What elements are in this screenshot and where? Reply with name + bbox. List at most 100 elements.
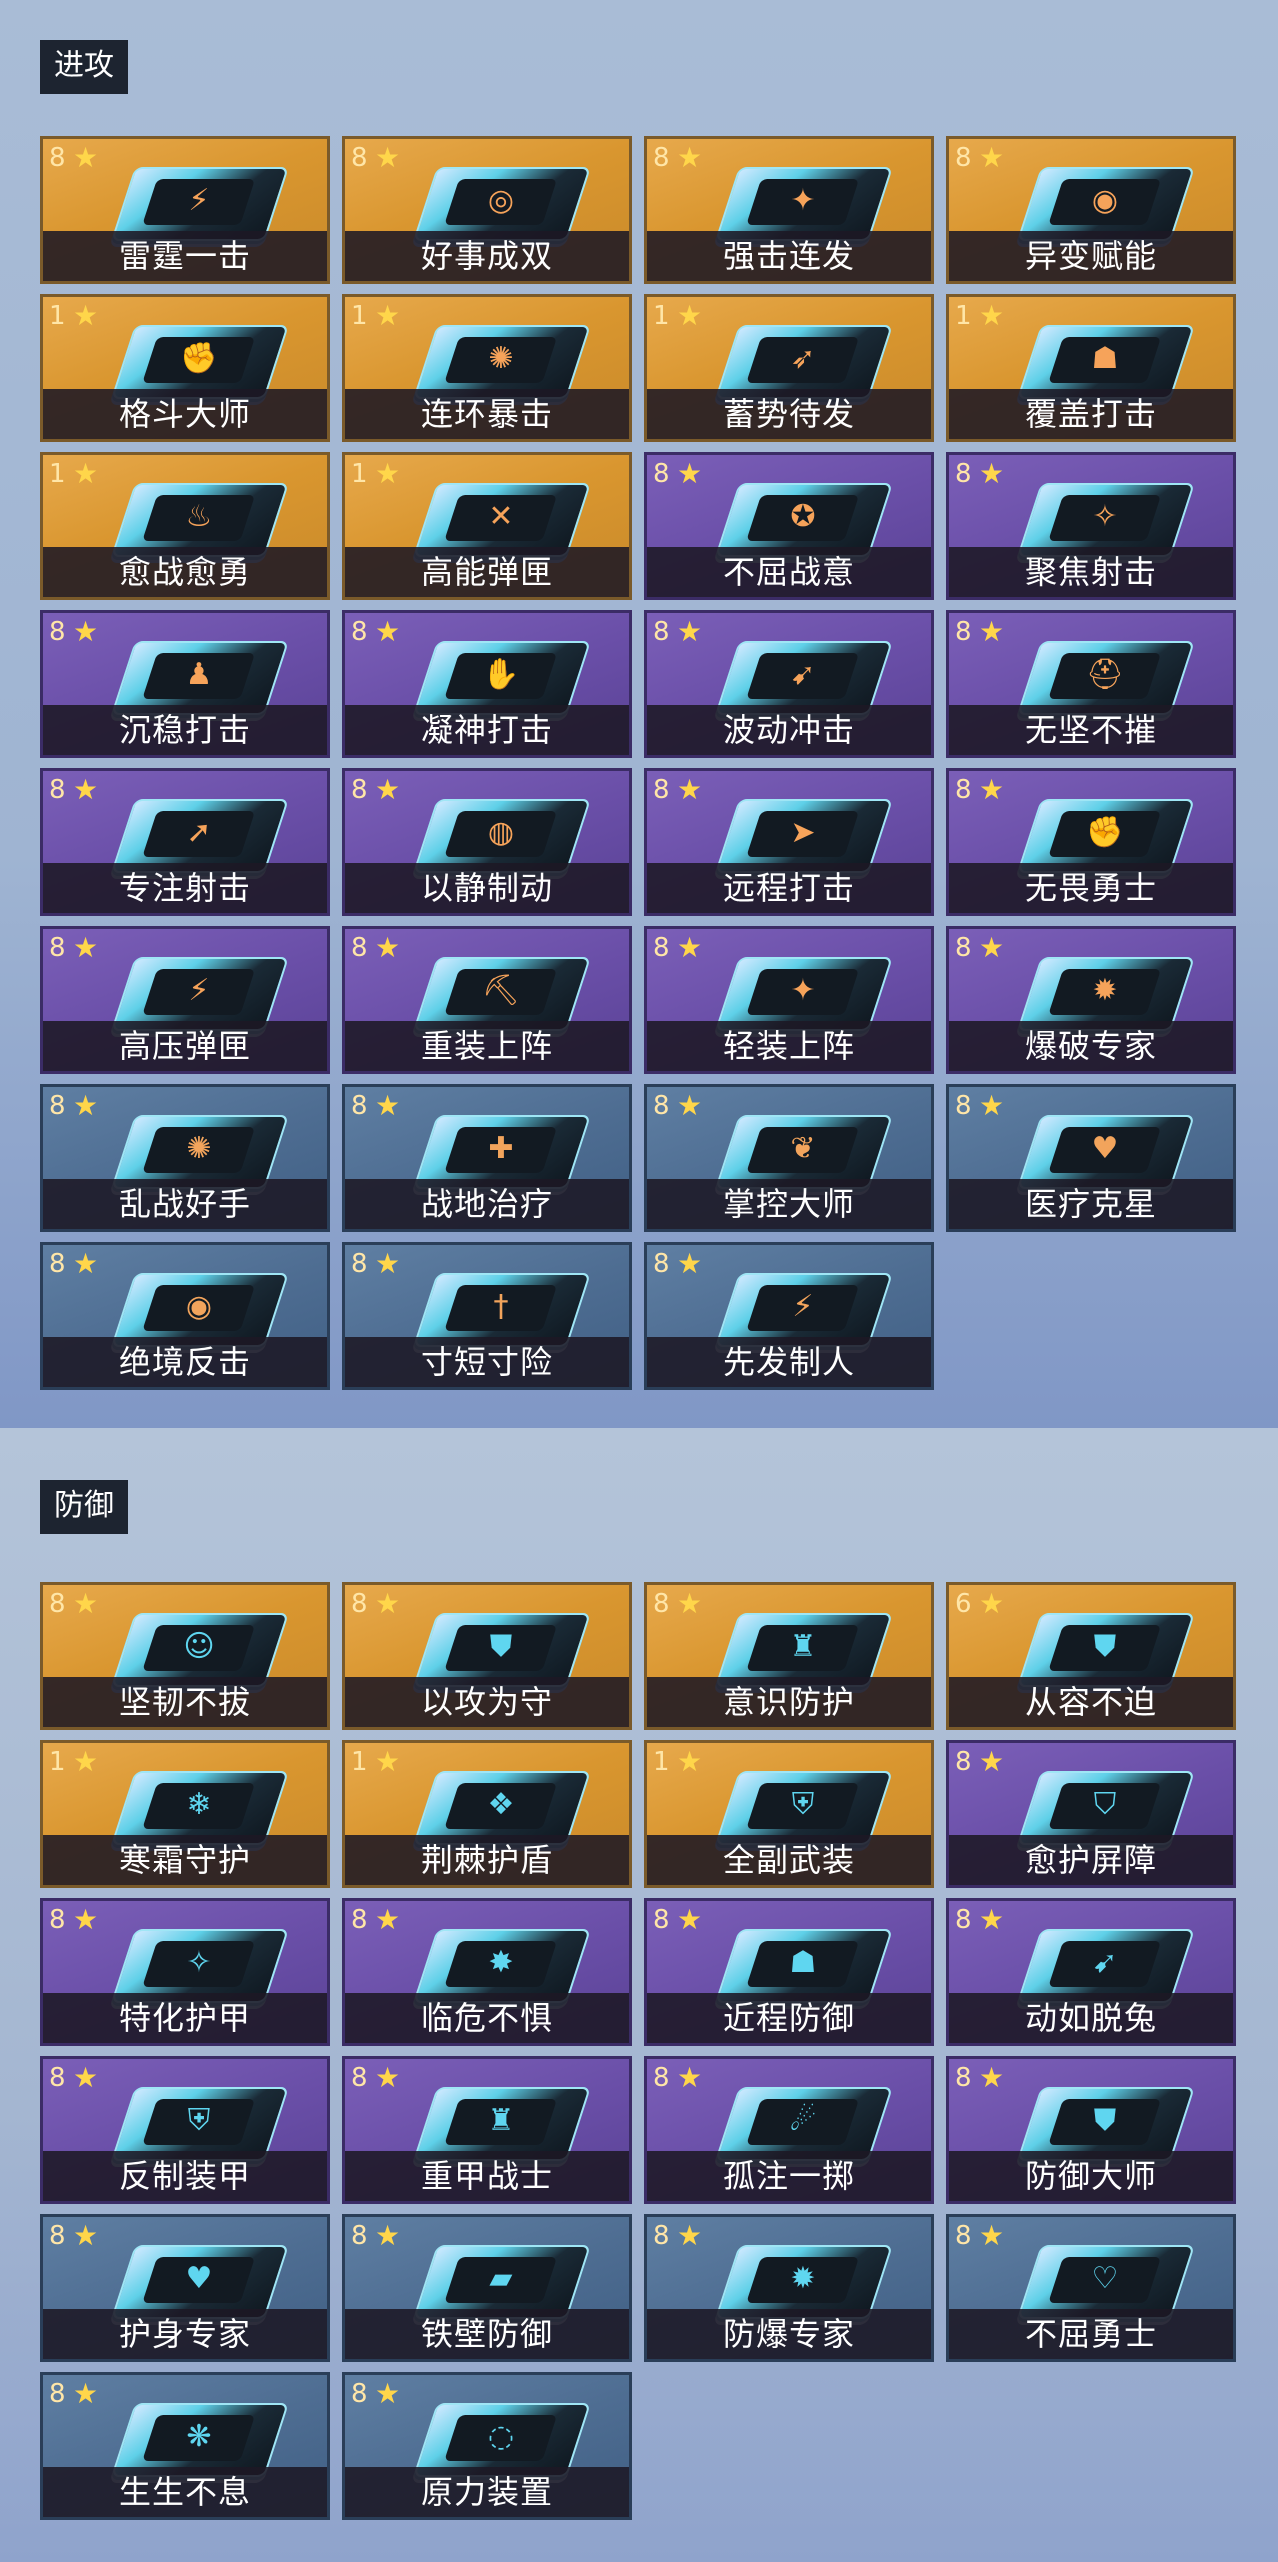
focus-icon: ✧: [1092, 499, 1118, 534]
card-name: 近程防御: [647, 1993, 931, 2043]
skill-card[interactable]: 8 ★ ✋ 凝神打击: [342, 610, 632, 758]
skill-card[interactable]: 8 ★ ⚡ 高压弹匣: [40, 926, 330, 1074]
star-icon: ★: [375, 615, 401, 648]
skill-card[interactable]: 1 ★ ✕ 高能弹匣: [342, 452, 632, 600]
skill-card[interactable]: 8 ★ ⛉ 愈护屏障: [946, 1740, 1236, 1888]
skill-card[interactable]: 6 ★ ⛊ 从容不迫: [946, 1582, 1236, 1730]
card-level: 6: [955, 1589, 972, 1619]
card-level: 8: [653, 1091, 670, 1121]
skill-card[interactable]: 8 ★ ✸ 临危不惧: [342, 1898, 632, 2046]
skill-card[interactable]: 8 ★ ✚ 战地治疗: [342, 1084, 632, 1232]
skill-chip-frame: ⛊: [1016, 2087, 1196, 2161]
skill-chip-frame: ✸: [412, 1929, 592, 2003]
counter-armor-icon: ⛨: [187, 2103, 211, 2138]
skill-card[interactable]: 8 ★ ◉ 绝境反击: [40, 1242, 330, 1390]
skill-card[interactable]: 8 ★ ♜ 意识防护: [644, 1582, 934, 1730]
skill-card[interactable]: 8 ★ ✺ 乱战好手: [40, 1084, 330, 1232]
skill-card[interactable]: 8 ★ ⛨ 反制装甲: [40, 2056, 330, 2204]
chain-icon: ✺: [488, 341, 514, 376]
skill-card[interactable]: 8 ★ ⛑ 无坚不摧: [946, 610, 1236, 758]
skill-card[interactable]: 1 ★ ♨ 愈战愈勇: [40, 452, 330, 600]
star-icon: ★: [979, 615, 1005, 648]
skill-card[interactable]: 8 ★ ➹ 动如脱兔: [946, 1898, 1236, 2046]
card-name: 铁壁防御: [345, 2309, 629, 2359]
skill-chip-frame: ⛊: [1016, 1613, 1196, 1687]
skill-card[interactable]: 8 ★ ♡ 不屈勇士: [946, 2214, 1236, 2362]
skill-card[interactable]: 1 ★ ⛨ 全副武装: [644, 1740, 934, 1888]
skill-card[interactable]: 8 ★ ♜ 重甲战士: [342, 2056, 632, 2204]
card-name: 以攻为守: [345, 1677, 629, 1727]
card-name: 意识防护: [647, 1677, 931, 1727]
skill-card[interactable]: 8 ★ ◍ 以静制动: [342, 768, 632, 916]
skill-card[interactable]: 1 ★ ☗ 覆盖打击: [946, 294, 1236, 442]
skill-card[interactable]: 8 ★ ⛏ 重装上阵: [342, 926, 632, 1074]
skill-card[interactable]: 8 ★ ☄ 孤注一掷: [644, 2056, 934, 2204]
skill-card[interactable]: 1 ★ ➶ 蓄势待发: [644, 294, 934, 442]
skill-chip-frame: ✚: [412, 1115, 592, 1189]
skill-chip-frame: ♡: [1016, 2245, 1196, 2319]
card-name: 绝境反击: [43, 1337, 327, 1387]
card-name: 聚焦射击: [949, 547, 1233, 597]
skill-card[interactable]: 8 ★ ♥ 护身专家: [40, 2214, 330, 2362]
skill-chip-frame: ⛑: [1016, 641, 1196, 715]
skill-card[interactable]: 8 ★ ▰ 铁壁防御: [342, 2214, 632, 2362]
skill-chip-frame: ➹: [1016, 1929, 1196, 2003]
star-icon: ★: [375, 2061, 401, 2094]
skill-chip-frame: ⛨: [110, 2087, 290, 2161]
skill-card[interactable]: 8 ★ ☗ 近程防御: [644, 1898, 934, 2046]
skill-chip-frame: ♟: [110, 641, 290, 715]
heavy-armor-icon: ♜: [487, 2103, 515, 2138]
skill-card[interactable]: 8 ★ ➤ 远程打击: [644, 768, 934, 916]
skill-card[interactable]: 8 ★ ✪ 不屈战意: [644, 452, 934, 600]
skill-card[interactable]: 8 ★ ☺ 坚韧不拔: [40, 1582, 330, 1730]
skill-card[interactable]: 8 ★ ➹ 波动冲击: [644, 610, 934, 758]
star-icon: ★: [375, 141, 401, 174]
skill-chip-frame: ➹: [714, 641, 894, 715]
skill-card[interactable]: 8 ★ ✧ 特化护甲: [40, 1898, 330, 2046]
skill-card[interactable]: 8 ★ ◎ 好事成双: [342, 136, 632, 284]
skill-card[interactable]: 8 ★ ⛊ 以攻为守: [342, 1582, 632, 1730]
melee-icon: ✺: [186, 1131, 212, 1166]
card-level: 8: [653, 143, 670, 173]
skill-card[interactable]: 8 ★ ✹ 防爆专家: [644, 2214, 934, 2362]
card-name: 防御大师: [949, 2151, 1233, 2201]
skill-card[interactable]: 8 ★ † 寸短寸险: [342, 1242, 632, 1390]
card-level: 8: [351, 2063, 368, 2093]
card-level: 8: [351, 1249, 368, 1279]
card-level: 8: [955, 1091, 972, 1121]
card-level: 8: [49, 2379, 66, 2409]
mind-shield-icon: ♜: [789, 1629, 817, 1664]
skill-card[interactable]: 8 ★ ♟ 沉稳打击: [40, 610, 330, 758]
star-icon: ★: [73, 1745, 99, 1778]
star-icon: ★: [677, 2219, 703, 2252]
skill-card[interactable]: 8 ★ ◉ 异变赋能: [946, 136, 1236, 284]
skill-card[interactable]: 8 ★ ❋ 生生不息: [40, 2372, 330, 2520]
skill-card[interactable]: 8 ★ ✹ 爆破专家: [946, 926, 1236, 1074]
skill-card[interactable]: 1 ★ ❖ 荆棘护盾: [342, 1740, 632, 1888]
skill-card[interactable]: 8 ★ ❦ 掌控大师: [644, 1084, 934, 1232]
skill-card[interactable]: 8 ★ ♥ 医疗克星: [946, 1084, 1236, 1232]
skill-card[interactable]: 8 ★ ⛊ 防御大师: [946, 2056, 1236, 2204]
card-level: 8: [955, 2221, 972, 2251]
skill-card[interactable]: 1 ★ ✊ 格斗大师: [40, 294, 330, 442]
star-icon: ★: [375, 931, 401, 964]
skill-card[interactable]: 8 ★ ⚡ 先发制人: [644, 1242, 934, 1390]
skill-card[interactable]: 8 ★ ✦ 轻装上阵: [644, 926, 934, 1074]
card-level: 8: [49, 1091, 66, 1121]
blast-proof-icon: ✹: [790, 2261, 816, 2296]
star-icon: ★: [979, 1089, 1005, 1122]
card-name: 雷霆一击: [43, 231, 327, 281]
skill-card[interactable]: 8 ★ ✦ 强击连发: [644, 136, 934, 284]
star-icon: ★: [677, 615, 703, 648]
skill-chip-frame: ☄: [714, 2087, 894, 2161]
skill-chip-frame: ♥: [110, 2245, 290, 2319]
skill-card[interactable]: 8 ★ ➚ 专注射击: [40, 768, 330, 916]
skill-card[interactable]: 1 ★ ✺ 连环暴击: [342, 294, 632, 442]
card-name: 愈战愈勇: [43, 547, 327, 597]
skill-card[interactable]: 8 ★ ⚡ 雷霆一击: [40, 136, 330, 284]
medkit-icon: ✚: [488, 1131, 514, 1166]
skill-card[interactable]: 8 ★ ✧ 聚焦射击: [946, 452, 1236, 600]
skill-card[interactable]: 8 ★ ◌ 原力装置: [342, 2372, 632, 2520]
skill-card[interactable]: 1 ★ ❄ 寒霜守护: [40, 1740, 330, 1888]
skill-card[interactable]: 8 ★ ✊ 无畏勇士: [946, 768, 1236, 916]
